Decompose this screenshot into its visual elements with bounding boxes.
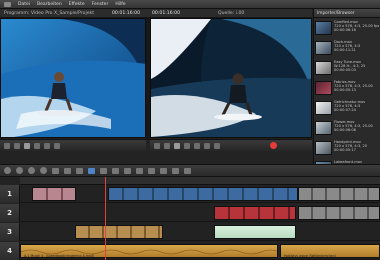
clip-thumbnail xyxy=(315,101,332,115)
pen-icon[interactable] xyxy=(136,167,143,174)
effects-icon[interactable] xyxy=(172,167,179,174)
list-item[interactable]: Getrichnatur.mov 720 x 576, 4:3 00:00:07… xyxy=(315,100,379,118)
clip-duration: 00:00:06:08 xyxy=(334,128,356,133)
source-monitor-title: Quelle: i.00 xyxy=(218,10,245,16)
program-timecode: 00:01:16:00 xyxy=(112,10,141,16)
jog-icon[interactable] xyxy=(214,142,220,149)
source-transport-bar xyxy=(150,139,312,151)
clip-duration: 00:00:05:17 xyxy=(334,148,356,153)
clip-duration: 00:00:06:16 xyxy=(334,28,356,33)
video-clip[interactable] xyxy=(298,206,380,220)
program-transport-bar xyxy=(0,139,146,151)
to-end-icon[interactable] xyxy=(44,142,50,149)
to-start-icon[interactable] xyxy=(154,142,160,149)
audio-clip[interactable]: Holidays wave (Wellenbrechen) xyxy=(280,244,380,258)
link-icon[interactable] xyxy=(124,167,131,174)
audio-mixer-icon[interactable] xyxy=(184,167,191,174)
split-icon[interactable] xyxy=(64,167,71,174)
track-number: 4 xyxy=(0,242,20,260)
menu-help[interactable]: Hilfe xyxy=(115,2,125,7)
track-1[interactable]: 1 xyxy=(0,185,380,203)
video-clip[interactable] xyxy=(214,206,296,220)
play-icon[interactable] xyxy=(24,142,30,149)
menu-effects[interactable]: Effekte xyxy=(69,2,85,7)
track-number: 2 xyxy=(0,204,20,222)
timeline-tracks: 1 2 3 4 A-1 Musik 4 - Speedboat(renderin… xyxy=(0,185,380,260)
clip-duration: 00:00:11:21 xyxy=(334,48,356,53)
clip-thumbnail xyxy=(315,141,332,155)
menu-edit[interactable]: Bearbeiten xyxy=(37,2,62,7)
timeline-ruler[interactable] xyxy=(19,177,380,192)
playhead[interactable] xyxy=(105,177,106,260)
audio-clip[interactable]: A-1 Musik 4 - Speedboat(rendering A.mp4) xyxy=(20,244,278,258)
list-item[interactable]: Handprint.mov 720 x 576, 4:3, 25 00:00:0… xyxy=(315,140,379,158)
loop-icon[interactable] xyxy=(54,142,60,149)
audio-clip-label: A-1 Musik 4 - Speedboat(rendering A.mp4) xyxy=(24,254,95,258)
menu-file[interactable]: Datei xyxy=(18,2,30,7)
snap-icon[interactable] xyxy=(40,167,47,174)
clip-thumbnail xyxy=(315,81,332,95)
program-monitor-title: Programm: Video Pro X_Sample/Projekt xyxy=(4,10,95,16)
trim-icon[interactable] xyxy=(52,167,59,174)
razor-icon[interactable] xyxy=(112,167,119,174)
source-timecode: 00:01:16:00 xyxy=(152,10,181,16)
video-clip[interactable] xyxy=(108,187,298,201)
title-clip[interactable] xyxy=(214,225,296,239)
step-forward-icon[interactable] xyxy=(34,142,40,149)
list-item[interactable]: Fabrics.mov 720 x 576, 4:3, 25.00 00:00:… xyxy=(315,80,379,98)
app-logo-icon xyxy=(4,1,11,7)
record-icon[interactable] xyxy=(270,142,277,149)
video-clip[interactable] xyxy=(298,187,380,201)
selection-tool-icon[interactable] xyxy=(88,167,95,174)
clip-thumbnail xyxy=(315,121,332,135)
program-monitor-video[interactable] xyxy=(0,18,146,138)
list-item[interactable]: Dock.mov 720 x 576, 4:3 00:00:11:21 xyxy=(315,40,379,58)
import-panel: Importer/Browser Camfied.mov 720 x 576, … xyxy=(313,9,380,175)
clip-duration: 00:00:05:13 xyxy=(334,88,356,93)
undo-icon[interactable] xyxy=(16,167,23,174)
step-back-icon[interactable] xyxy=(164,142,170,149)
video-clip[interactable] xyxy=(75,225,163,239)
delete-icon[interactable] xyxy=(76,167,83,174)
video-clip[interactable] xyxy=(32,187,76,201)
clip-duration: 00:00:05:03 xyxy=(334,68,356,73)
timeline-toolbar xyxy=(0,164,380,177)
settings-icon[interactable] xyxy=(4,167,11,174)
clip-thumbnail xyxy=(315,41,332,55)
track-3[interactable]: 3 xyxy=(0,223,380,241)
play-icon[interactable] xyxy=(174,142,180,149)
import-panel-title: Importer/Browser xyxy=(314,9,380,18)
marker-icon[interactable] xyxy=(100,167,107,174)
surfer-video-frame-graded xyxy=(151,19,311,137)
audio-clip-label: Holidays wave (Wellenbrechen) xyxy=(284,254,336,258)
clip-duration: 00:00:07:24 xyxy=(334,108,356,113)
track-number: 3 xyxy=(0,223,20,241)
menu-window[interactable]: Fenster xyxy=(92,2,109,7)
shuttle-icon[interactable] xyxy=(204,142,210,149)
redo-icon[interactable] xyxy=(28,167,35,174)
list-item[interactable]: Easy Tune.mov W:128 H:, 4:3, 25 00:00:05… xyxy=(315,60,379,78)
step-back-icon[interactable] xyxy=(14,142,20,149)
source-monitor-video[interactable] xyxy=(150,18,312,138)
zoom-out-icon[interactable] xyxy=(160,167,167,174)
list-item[interactable]: Flower.mov 720 x 576, 4:3, 25.00 00:00:0… xyxy=(315,120,379,138)
list-item[interactable]: Camfied.mov 720 x 576, 4:3, 25.00 fps 00… xyxy=(315,20,379,38)
track-number: 1 xyxy=(0,185,20,203)
surfer-video-frame xyxy=(1,19,145,137)
menu-bar: Datei Bearbeiten Effekte Fenster Hilfe xyxy=(0,0,380,9)
video-editor-window: Datei Bearbeiten Effekte Fenster Hilfe P… xyxy=(0,0,380,260)
clip-thumbnail xyxy=(315,61,332,75)
track-4[interactable]: 4 A-1 Musik 4 - Speedboat(rendering A.mp… xyxy=(0,242,380,260)
step-forward-icon[interactable] xyxy=(184,142,190,149)
clip-thumbnail xyxy=(315,21,332,35)
to-start-icon[interactable] xyxy=(4,142,10,149)
to-end-icon[interactable] xyxy=(194,142,200,149)
zoom-in-icon[interactable] xyxy=(148,167,155,174)
track-2[interactable]: 2 xyxy=(0,204,380,222)
monitor-header: Programm: Video Pro X_Sample/Projekt 00:… xyxy=(0,9,312,18)
